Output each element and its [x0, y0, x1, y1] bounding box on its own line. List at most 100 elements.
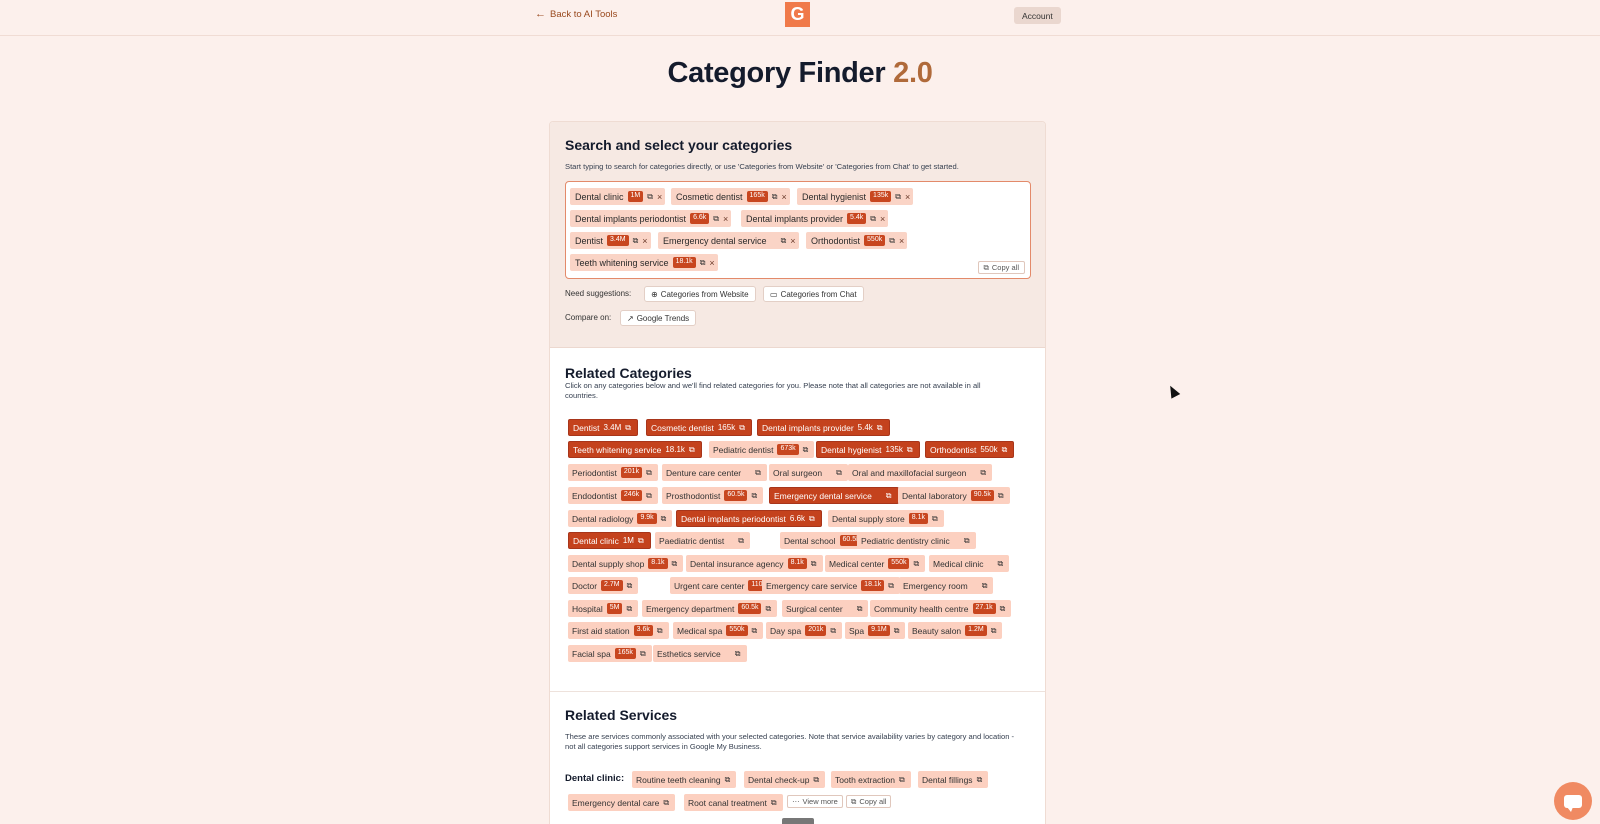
- copy-icon[interactable]: ⧉: [991, 626, 997, 636]
- copy-icon[interactable]: ⧉: [888, 581, 894, 591]
- close-icon[interactable]: ×: [899, 236, 907, 246]
- related-category-chip[interactable]: Day spa 201k ⧉: [766, 622, 843, 639]
- copy-icon[interactable]: ⧉: [646, 468, 652, 478]
- related-category-chip[interactable]: Endodontist 246k ⧉: [568, 487, 658, 504]
- copy-icon[interactable]: ⧉: [998, 559, 1004, 569]
- related-category-chip[interactable]: Orthodontist 550k ⧉: [925, 441, 1015, 458]
- categories-from-website-button[interactable]: ⊕ Categories from Website: [644, 286, 756, 302]
- copy-icon[interactable]: ⧉: [830, 626, 836, 636]
- services-copy-all-button[interactable]: ⧉ Copy all: [846, 795, 892, 808]
- related-category-chip[interactable]: Dental laboratory 90.5k ⧉: [898, 487, 1010, 504]
- copy-icon[interactable]: ⧉: [672, 559, 678, 569]
- related-category-chip[interactable]: Oral surgeon ⧉: [769, 464, 848, 481]
- close-icon[interactable]: ×: [790, 236, 798, 246]
- copy-icon[interactable]: ⧉: [895, 192, 901, 202]
- copy-icon[interactable]: ⧉: [836, 468, 842, 478]
- selected-tag[interactable]: Dentist 3.4M ⧉ ×: [570, 232, 651, 249]
- related-category-chip[interactable]: Medical spa 550k ⧉: [673, 622, 764, 639]
- related-category-chip[interactable]: Doctor 2.7M ⧉: [568, 577, 639, 594]
- related-category-chip[interactable]: Dental hygienist 135k ⧉: [816, 441, 920, 458]
- copy-icon[interactable]: ⧉: [809, 514, 815, 524]
- google-trends-button[interactable]: ↗ Google Trends: [620, 310, 697, 326]
- logo[interactable]: G: [785, 2, 810, 27]
- related-category-chip[interactable]: Dental clinic 1M ⧉: [568, 532, 651, 549]
- copy-icon[interactable]: ⧉: [735, 649, 741, 659]
- related-category-chip[interactable]: Paediatric dentist ⧉: [655, 532, 750, 549]
- copy-icon[interactable]: ⧉: [813, 775, 819, 785]
- related-category-chip[interactable]: Dental radiology 9.9k ⧉: [568, 510, 673, 527]
- copy-icon[interactable]: ⧉: [647, 192, 653, 202]
- copy-icon[interactable]: ⧉: [982, 581, 988, 591]
- copy-icon[interactable]: ⧉: [663, 798, 669, 808]
- view-more-button[interactable]: ⋯ View more: [787, 795, 843, 808]
- related-category-chip[interactable]: Medical clinic ⧉: [929, 555, 1010, 572]
- copy-icon[interactable]: ⧉: [857, 604, 863, 614]
- copy-icon[interactable]: ⧉: [700, 258, 706, 268]
- copy-icon[interactable]: ⧉: [657, 626, 663, 636]
- copy-icon[interactable]: ⧉: [771, 798, 777, 808]
- selected-tag[interactable]: Dental hygienist 135k ⧉ ×: [797, 188, 914, 205]
- related-category-chip[interactable]: Emergency care service 18.1k ⧉: [762, 577, 901, 594]
- selected-tag[interactable]: Teeth whitening service 18.1k ⧉ ×: [570, 254, 718, 271]
- selected-categories-input[interactable]: Dental clinic 1M ⧉ × Cosmetic dentist 16…: [565, 181, 1031, 279]
- related-category-chip[interactable]: Cosmetic dentist 165k ⧉: [646, 419, 752, 436]
- copy-icon[interactable]: ⧉: [646, 491, 652, 501]
- related-category-chip[interactable]: Hospital 5M ⧉: [568, 600, 639, 617]
- copy-icon[interactable]: ⧉: [626, 604, 632, 614]
- close-icon[interactable]: ×: [642, 236, 650, 246]
- related-category-chip[interactable]: Beauty salon 1.2M ⧉: [908, 622, 1003, 639]
- related-category-chip[interactable]: Dental implants provider 5.4k ⧉: [757, 419, 890, 436]
- copy-icon[interactable]: ⧉: [913, 559, 919, 569]
- related-category-chip[interactable]: Facial spa 165k ⧉: [568, 645, 652, 662]
- copy-icon[interactable]: ⧉: [625, 423, 631, 433]
- related-category-chip[interactable]: Emergency room ⧉: [899, 577, 994, 594]
- copy-icon[interactable]: ⧉: [755, 468, 761, 478]
- copy-icon[interactable]: ⧉: [725, 775, 731, 785]
- copy-icon[interactable]: ⧉: [713, 214, 719, 224]
- related-category-chip[interactable]: Community health centre 27.1k ⧉: [870, 600, 1012, 617]
- related-category-chip[interactable]: Teeth whitening service 18.1k ⧉: [568, 441, 702, 458]
- copy-icon[interactable]: ⧉: [811, 559, 817, 569]
- copy-icon[interactable]: ⧉: [738, 536, 744, 546]
- copy-icon[interactable]: ⧉: [980, 468, 986, 478]
- copy-icon[interactable]: ⧉: [977, 775, 983, 785]
- related-category-chip[interactable]: Dental implants periodontist 6.6k ⧉: [676, 510, 822, 527]
- selected-tag[interactable]: Dental implants periodontist 6.6k ⧉ ×: [570, 210, 732, 227]
- copy-icon[interactable]: ⧉: [739, 423, 745, 433]
- close-icon[interactable]: ×: [905, 192, 913, 202]
- copy-icon[interactable]: ⧉: [1002, 445, 1008, 455]
- copy-icon[interactable]: ⧉: [803, 445, 809, 455]
- related-category-chip[interactable]: Esthetics service ⧉: [653, 645, 747, 662]
- copy-icon[interactable]: ⧉: [932, 514, 938, 524]
- related-category-chip[interactable]: Medical center 550k ⧉: [825, 555, 926, 572]
- related-category-chip[interactable]: Prosthodontist 60.5k ⧉: [662, 487, 764, 504]
- selected-tag[interactable]: Emergency dental service ⧉ ×: [658, 232, 799, 249]
- related-category-chip[interactable]: Dental supply store 8.1k ⧉: [828, 510, 944, 527]
- related-category-chip[interactable]: Pediatric dentist 673k ⧉: [709, 441, 815, 458]
- selected-tag[interactable]: Dental implants provider 5.4k ⧉ ×: [741, 210, 889, 227]
- related-category-chip[interactable]: Denture care center ⧉: [662, 464, 767, 481]
- back-to-ai-tools-link[interactable]: ← Back to AI Tools: [535, 9, 617, 21]
- selected-tag[interactable]: Cosmetic dentist 165k ⧉ ×: [671, 188, 790, 205]
- scroll-handle[interactable]: [782, 818, 814, 824]
- related-category-chip[interactable]: Emergency department 60.5k ⧉: [642, 600, 778, 617]
- copy-icon[interactable]: ⧉: [886, 491, 892, 501]
- copy-icon[interactable]: ⧉: [633, 236, 639, 246]
- chat-bubble-button[interactable]: [1554, 782, 1592, 820]
- related-category-chip[interactable]: Oral and maxillofacial surgeon ⧉: [848, 464, 993, 481]
- copy-icon[interactable]: ⧉: [894, 626, 900, 636]
- copy-icon[interactable]: ⧉: [907, 445, 913, 455]
- copy-icon[interactable]: ⧉: [899, 775, 905, 785]
- copy-icon[interactable]: ⧉: [772, 192, 778, 202]
- related-category-chip[interactable]: Surgical center ⧉: [782, 600, 869, 617]
- copy-icon[interactable]: ⧉: [627, 581, 633, 591]
- close-icon[interactable]: ×: [880, 214, 888, 224]
- copy-icon[interactable]: ⧉: [689, 445, 695, 455]
- related-category-chip[interactable]: Pediatric dentistry clinic ⧉: [857, 532, 976, 549]
- copy-icon[interactable]: ⧉: [765, 604, 771, 614]
- copy-icon[interactable]: ⧉: [889, 236, 895, 246]
- related-category-chip[interactable]: Periodontist 201k ⧉: [568, 464, 658, 481]
- copy-icon[interactable]: ⧉: [1000, 604, 1006, 614]
- related-category-chip[interactable]: Spa 9.1M ⧉: [845, 622, 906, 639]
- copy-icon[interactable]: ⧉: [640, 649, 646, 659]
